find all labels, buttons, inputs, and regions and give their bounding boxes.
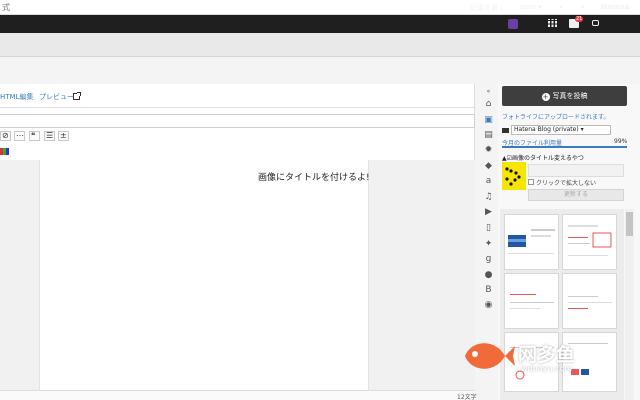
user-avatar[interactable] (508, 19, 518, 29)
list-icon: ☰ (46, 131, 54, 140)
box-icon[interactable]: ▯ (484, 224, 493, 233)
home-icon[interactable]: ⌂ (484, 100, 493, 109)
link-icon: ⊘ (2, 131, 9, 140)
plusminus-icon: ± (60, 131, 67, 140)
text-color-icon[interactable] (0, 148, 9, 155)
hatena-logo-icon (592, 20, 599, 26)
post-photo-button[interactable]: + 写真を投稿 (502, 86, 627, 106)
external-link-icon[interactable] (73, 92, 81, 100)
hatena-brand[interactable]: Hatena (601, 3, 629, 11)
user-name[interactable]: psne (520, 3, 537, 11)
editor-canvas[interactable] (39, 160, 369, 390)
address-text: 式 (2, 3, 10, 12)
no-enlarge-checkbox[interactable] (528, 179, 534, 185)
notification-chevron-icon[interactable]: ▾ (581, 3, 585, 11)
github-icon[interactable]: ◉ (484, 301, 493, 310)
gallery-scrollbar-thumb[interactable] (626, 212, 633, 236)
twitter-icon[interactable]: ✦ (484, 240, 493, 249)
usage-percent: 99% (614, 138, 628, 145)
music-icon[interactable]: ♫ (484, 193, 493, 202)
selected-image-title: ▲☑画像のタイトル変えるやつ (502, 155, 584, 162)
gallery-thumbnail[interactable] (504, 214, 559, 270)
thumbnail-art (505, 167, 521, 186)
amazon-icon[interactable]: a (484, 177, 493, 186)
editor-content-text[interactable]: 画像にタイトルを付けるよ! (258, 170, 370, 183)
photo-icon[interactable]: ▣ (484, 116, 493, 125)
write-article-link[interactable]: 記事を書く (470, 3, 505, 13)
folder-icon (502, 128, 509, 133)
album-select[interactable]: Hatena Blog (private) ▾ (511, 125, 611, 135)
gallery-thumbnail[interactable] (562, 214, 617, 270)
google-icon[interactable]: g (484, 255, 493, 264)
gear-icon[interactable]: ✹ (484, 146, 493, 155)
watermark-logo-text: 网多鱼 (518, 344, 576, 366)
video-icon[interactable]: ▶ (484, 208, 493, 217)
char-count: 12文字 (457, 394, 477, 400)
gallery-thumbnail[interactable] (562, 273, 617, 329)
post-photo-label: 写真を投稿 (552, 92, 588, 100)
apps-chevron-icon[interactable]: ▾ (559, 3, 563, 11)
tag-icon[interactable]: ◆ (484, 162, 493, 171)
clip-icon[interactable]: ▤ (484, 131, 493, 140)
tab-divider (0, 107, 475, 108)
dots-icon[interactable]: ● (484, 271, 493, 280)
tab-preview[interactable]: プレビュー (39, 92, 74, 102)
image-title-input[interactable] (528, 164, 624, 177)
collapse-chevron-icon[interactable]: « (484, 87, 493, 96)
title-input[interactable] (0, 114, 475, 128)
editor-status-bar (0, 390, 475, 400)
global-header (0, 15, 640, 33)
gallery-thumbnail[interactable] (504, 273, 559, 329)
fotolife-link[interactable]: フォトライフにアップロードされます。 (502, 112, 609, 121)
more-icon: ⋯ (16, 131, 24, 140)
plus-icon: + (541, 93, 550, 101)
address-bar[interactable] (0, 0, 640, 15)
notification-badge: 21 (575, 16, 584, 22)
quote-icon: ❝ (31, 131, 36, 140)
update-button[interactable]: 更新する (528, 189, 624, 201)
blog-subheader (0, 33, 640, 57)
tab-html-edit[interactable]: HTML編集 (0, 92, 33, 102)
no-enlarge-label: クリックで拡大しない (536, 180, 597, 187)
bookmark-icon[interactable]: B (484, 286, 493, 295)
watermark-domain: wduoyu.com (521, 364, 573, 373)
user-menu-chevron-icon[interactable]: ▾ (538, 3, 542, 11)
selected-image-thumbnail[interactable] (502, 162, 526, 190)
apps-grid-icon[interactable] (548, 19, 557, 28)
album-select-value: Hatena Blog (private) (514, 126, 579, 133)
gallery-scrollbar[interactable] (625, 209, 634, 400)
fish-logo-icon (465, 343, 515, 369)
usage-progress-bar (502, 146, 627, 148)
